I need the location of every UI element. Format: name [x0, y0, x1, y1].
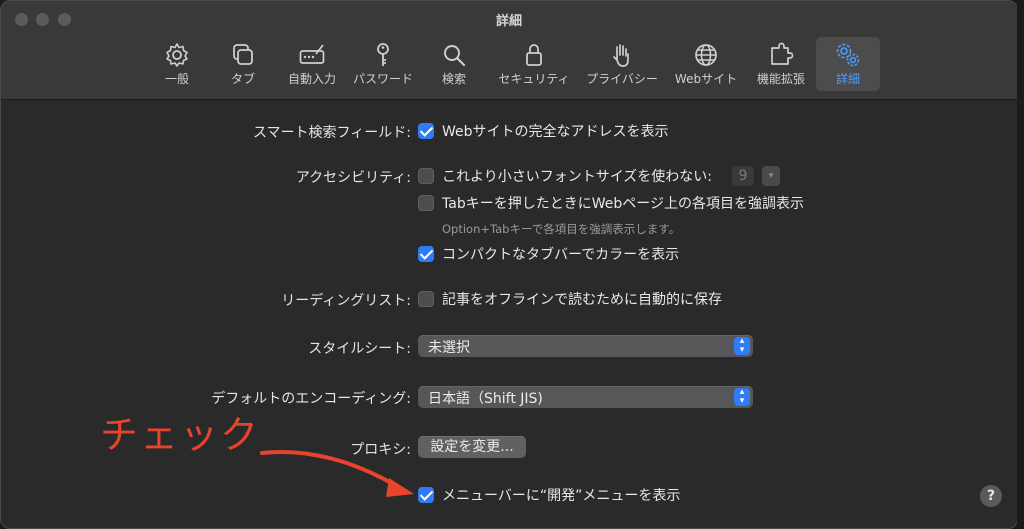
- annotation-arrow: [260, 450, 414, 497]
